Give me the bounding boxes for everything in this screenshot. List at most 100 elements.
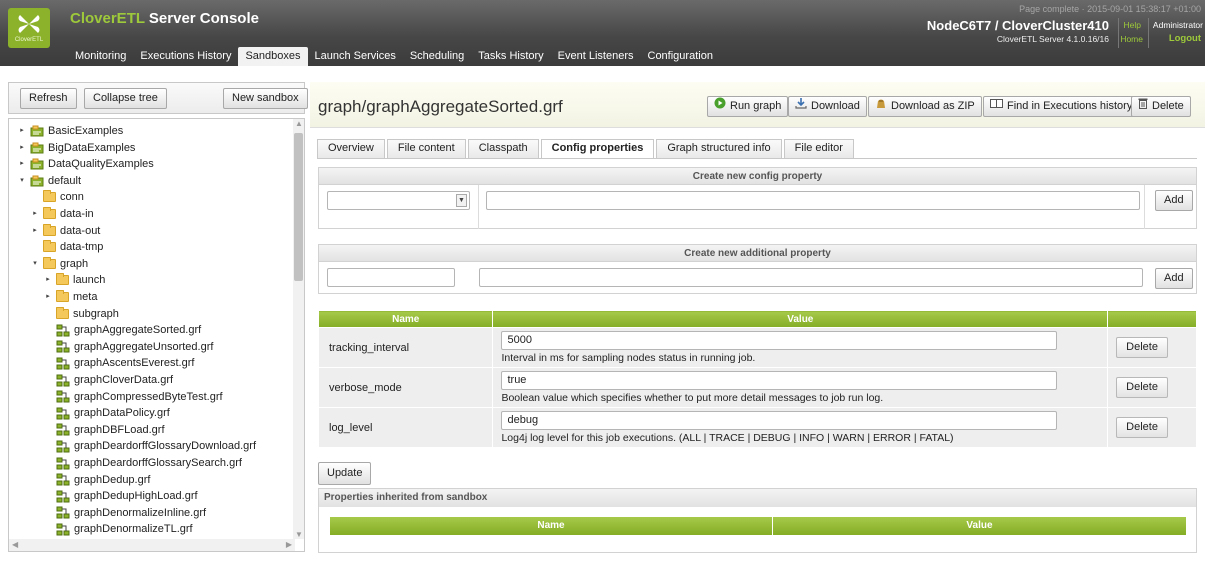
delete-property-button[interactable]: Delete xyxy=(1116,377,1168,398)
tree-vertical-scrollbar[interactable]: ▲ ▼ xyxy=(293,119,304,539)
tree-item[interactable]: ▸ BasicExamples xyxy=(17,123,123,139)
expand-icon[interactable]: ▸ xyxy=(43,289,53,305)
tab-classpath[interactable]: Classpath xyxy=(467,139,539,158)
tab-config-properties[interactable]: Config properties xyxy=(540,139,655,159)
scroll-down-arrow[interactable]: ▼ xyxy=(295,530,303,539)
add-config-property-button[interactable]: Add xyxy=(1155,190,1193,211)
graph-file-icon xyxy=(56,457,70,469)
tab-graph-structured-info[interactable]: Graph structured info xyxy=(656,139,782,158)
tree-item[interactable]: ▾ graph xyxy=(30,256,88,272)
tree-item[interactable]: ▸ DataQualityExamples xyxy=(17,156,154,172)
tree-item[interactable]: graphDataPolicy.grf xyxy=(43,405,170,421)
graph-file-icon xyxy=(56,374,70,386)
tab-file-content[interactable]: File content xyxy=(386,139,466,158)
expand-icon[interactable]: ▸ xyxy=(17,156,27,172)
refresh-button[interactable]: Refresh xyxy=(20,88,77,109)
tree-horizontal-scrollbar[interactable]: ◀ ▶ xyxy=(9,539,295,551)
column-header-value: Value xyxy=(773,517,1187,535)
config-property-select[interactable]: ▼ xyxy=(327,191,470,210)
tree-item[interactable]: ▸ data-in xyxy=(30,206,94,222)
property-value-input[interactable]: debug xyxy=(501,411,1058,430)
collapse-tree-button[interactable]: Collapse tree xyxy=(84,88,167,109)
nav-scheduling[interactable]: Scheduling xyxy=(403,47,471,66)
additional-property-name-input[interactable] xyxy=(327,268,455,287)
property-name: tracking_interval xyxy=(317,327,494,368)
property-value-input[interactable]: true xyxy=(501,371,1058,390)
logout-link[interactable]: Logout xyxy=(1169,33,1201,44)
config-property-value-input[interactable] xyxy=(486,191,1140,210)
graph-file-icon xyxy=(56,473,70,486)
collapse-icon[interactable]: ▾ xyxy=(30,256,40,272)
tree-item[interactable]: conn xyxy=(30,189,84,205)
delete-property-button[interactable]: Delete xyxy=(1116,417,1168,438)
tree-item[interactable]: graphDeardorffGlossaryDownload.grf xyxy=(43,438,256,454)
expand-icon[interactable]: ▸ xyxy=(43,272,53,288)
tree-item[interactable]: graphCloverData.grf xyxy=(43,372,173,388)
tree-item[interactable]: graphCompressedByteTest.grf xyxy=(43,389,223,405)
graph-file-icon xyxy=(56,523,70,536)
graph-tabs: Overview File content Classpath Config p… xyxy=(317,139,856,159)
folder-icon xyxy=(43,256,56,269)
download-label: Download xyxy=(811,100,860,112)
nav-monitoring[interactable]: Monitoring xyxy=(68,47,133,66)
tree-item[interactable]: ▸ meta xyxy=(43,289,97,305)
nav-launch-services[interactable]: Launch Services xyxy=(308,47,403,66)
tree-item[interactable]: graphAscentsEverest.grf xyxy=(43,355,194,371)
add-additional-property-button[interactable]: Add xyxy=(1155,268,1193,289)
property-value-input[interactable]: 5000 xyxy=(501,331,1058,350)
folder-icon xyxy=(43,207,56,219)
cell-divider xyxy=(1144,185,1145,229)
new-sandbox-button[interactable]: New sandbox xyxy=(223,88,308,109)
tree-item[interactable]: graphDeardorffGlossarySearch.grf xyxy=(43,455,242,471)
expand-icon[interactable]: ▸ xyxy=(17,140,27,156)
scroll-up-arrow[interactable]: ▲ xyxy=(295,119,303,128)
find-in-history-button[interactable]: Find in Executions history xyxy=(983,96,1140,117)
tree-item[interactable]: ▸ data-out xyxy=(30,223,100,239)
node-name: NodeC6T7 / CloverCluster410 xyxy=(926,18,1109,33)
delete-property-button[interactable]: Delete xyxy=(1116,337,1168,358)
expand-icon[interactable]: ▸ xyxy=(30,223,40,239)
run-graph-button[interactable]: Run graph xyxy=(707,96,789,117)
tree-item[interactable]: graphDedup.grf xyxy=(43,472,150,488)
property-value-cell: 5000 Interval in ms for sampling nodes s… xyxy=(492,327,1109,368)
chevron-down-icon[interactable]: ▼ xyxy=(456,194,467,207)
expand-icon[interactable]: ▸ xyxy=(17,123,27,139)
nav-configuration[interactable]: Configuration xyxy=(641,47,720,66)
expand-icon[interactable]: ▸ xyxy=(30,206,40,222)
tree-item[interactable]: ▸ launch xyxy=(43,272,105,288)
nav-executions-history[interactable]: Executions History xyxy=(133,47,238,66)
tree-item-label: default xyxy=(48,174,82,187)
update-button[interactable]: Update xyxy=(318,462,372,485)
tree-item[interactable]: subgraph xyxy=(43,306,119,322)
top-navigation: Monitoring Executions History Sandboxes … xyxy=(68,47,720,66)
tree-item[interactable]: graphDenormalizeInline.grf xyxy=(43,505,206,521)
tree-scroll-thumb[interactable] xyxy=(294,133,303,281)
delete-graph-button[interactable]: Delete xyxy=(1131,96,1191,117)
nav-tasks-history[interactable]: Tasks History xyxy=(471,47,550,66)
download-icon xyxy=(795,97,807,116)
collapse-icon[interactable]: ▾ xyxy=(17,173,27,189)
home-link[interactable]: Home xyxy=(1120,34,1143,44)
additional-property-value-input[interactable] xyxy=(479,268,1143,287)
nav-event-listeners[interactable]: Event Listeners xyxy=(551,47,641,66)
scroll-left-arrow[interactable]: ◀ xyxy=(12,540,18,549)
tree-item[interactable]: graphDenormalizeTL.grf xyxy=(43,521,193,537)
nav-sandboxes[interactable]: Sandboxes xyxy=(238,47,308,66)
tree-item[interactable]: ▾ default xyxy=(17,173,81,189)
tree-item[interactable]: graphAggregateSorted.grf xyxy=(43,322,201,338)
tree-item[interactable]: graphDBFLoad.grf xyxy=(43,422,165,438)
tree-item-label: graphAggregateUnsorted.grf xyxy=(74,340,214,353)
tree-item-label: BigDataExamples xyxy=(48,141,136,154)
tree-item[interactable]: ▸ BigDataExamples xyxy=(17,140,135,156)
download-button[interactable]: Download xyxy=(788,96,867,117)
tab-overview[interactable]: Overview xyxy=(317,139,385,158)
scroll-right-arrow[interactable]: ▶ xyxy=(286,540,292,549)
download-zip-button[interactable]: Download as ZIP xyxy=(868,96,982,117)
tab-file-editor[interactable]: File editor xyxy=(783,139,854,158)
tree-item[interactable]: graphAggregateUnsorted.grf xyxy=(43,339,213,355)
app-title: CloverETL Server Console xyxy=(70,10,259,27)
property-name: log_level xyxy=(317,407,494,448)
help-link[interactable]: Help xyxy=(1124,20,1141,30)
tree-item[interactable]: data-tmp xyxy=(30,239,103,255)
tree-item[interactable]: graphDedupHighLoad.grf xyxy=(43,488,198,504)
